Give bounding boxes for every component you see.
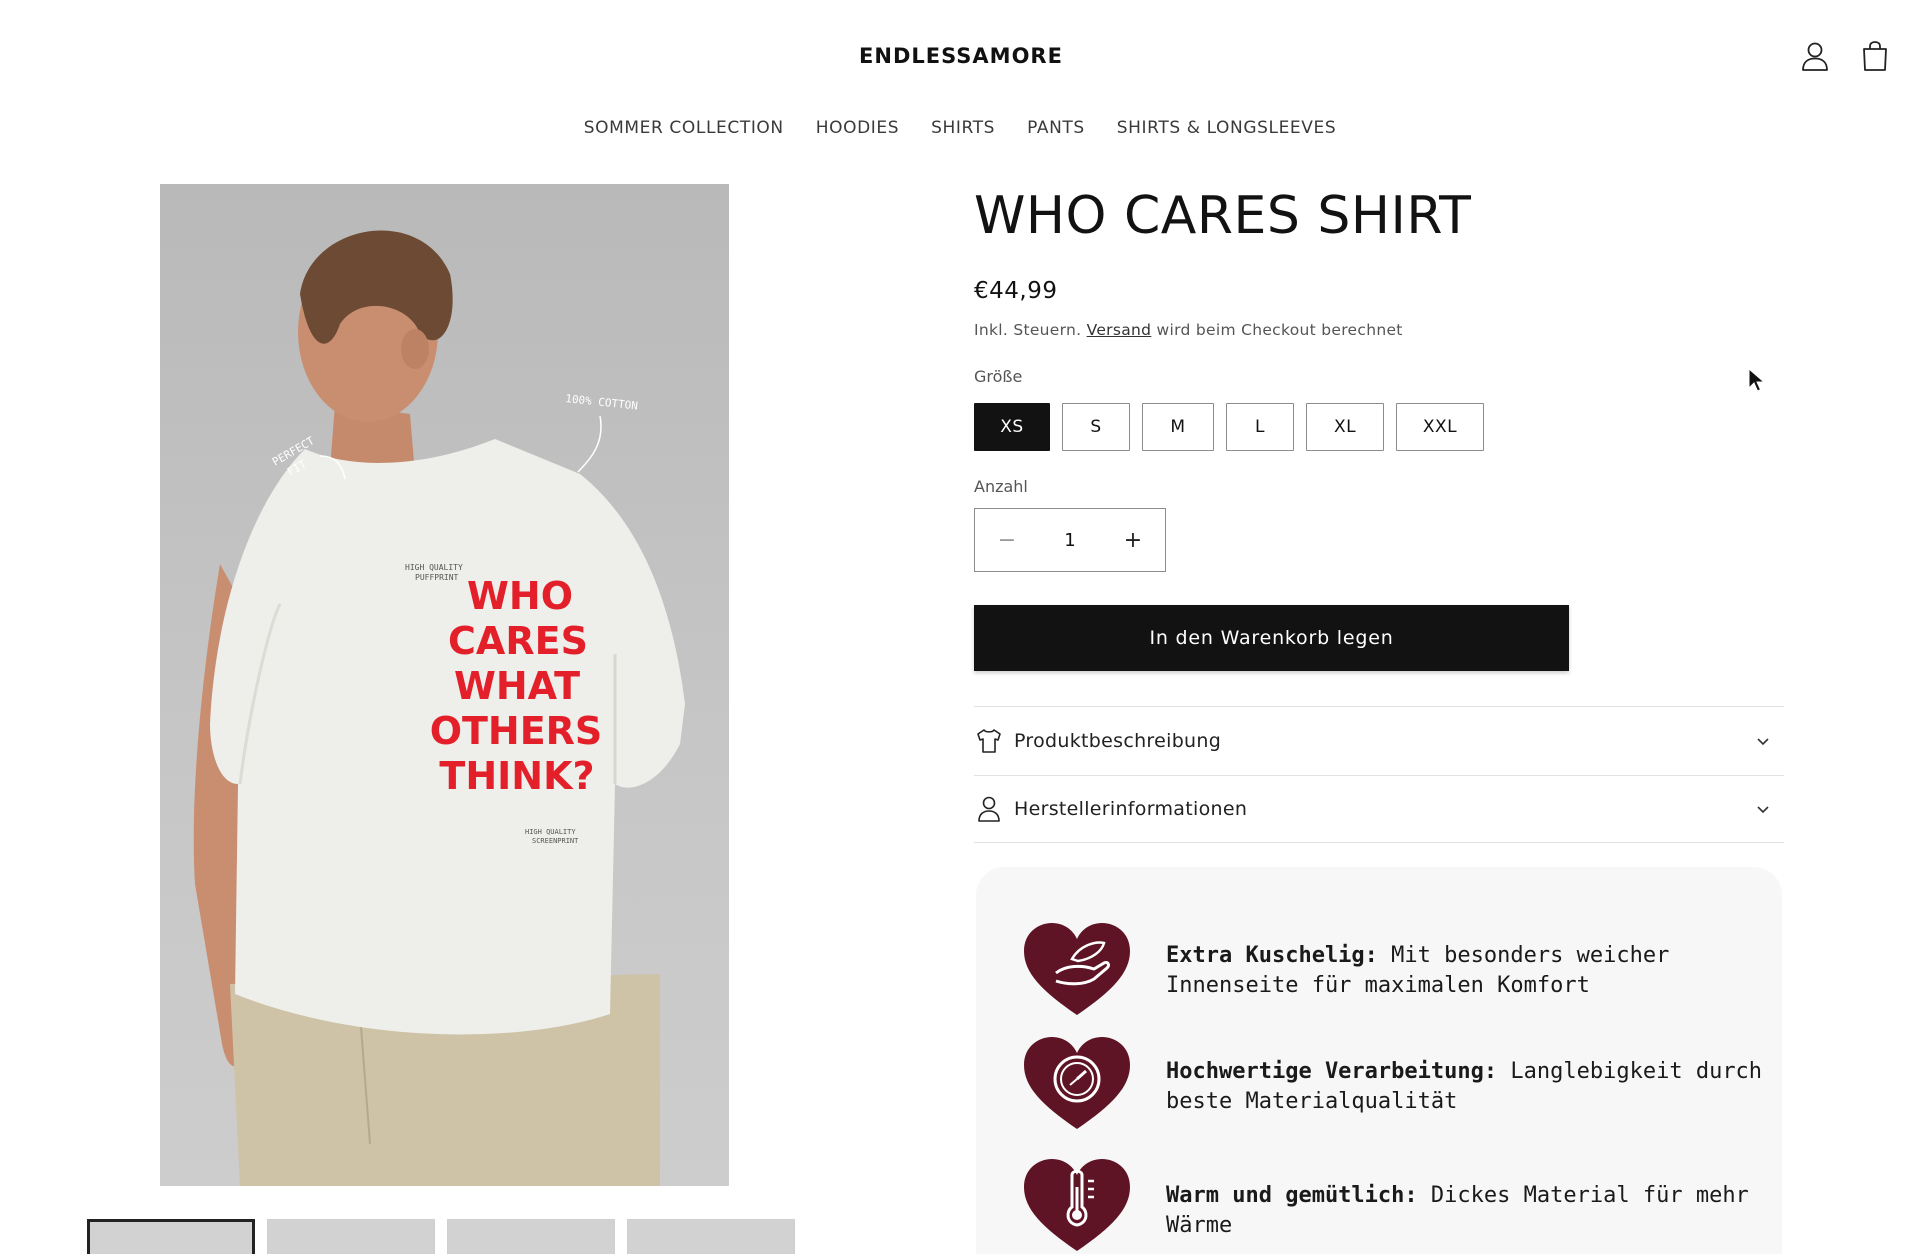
product-photo: WHO CARES WHAT OTHERS THINK? 100% COTTON… — [193, 230, 685, 1186]
feature-text: Extra Kuschelig: Mit besonders weicher I… — [1166, 941, 1766, 1001]
nav-item-shirts-longsleeves[interactable]: SHIRTS & LONGSLEEVES — [1117, 118, 1336, 138]
chevron-down-icon — [1757, 737, 1769, 745]
quantity-decrease-button[interactable]: − — [975, 509, 1039, 571]
thumbnail-3[interactable] — [447, 1219, 615, 1254]
print-line-1: WHO — [467, 574, 573, 618]
main-nav: SOMMER COLLECTION HOODIES SHIRTS PANTS S… — [0, 118, 1920, 138]
accordion-product-description[interactable]: Produktbeschreibung — [974, 706, 1784, 774]
feature-text: Hochwertige Verarbeitung: Langlebigkeit … — [1166, 1057, 1766, 1117]
feather-hand-icon — [1024, 923, 1130, 1015]
thermometer-icon — [1024, 1159, 1130, 1251]
size-label: Größe — [974, 367, 1023, 386]
accordion-label: Herstellerinformationen — [1014, 798, 1248, 820]
product-price: €44,99 — [974, 278, 1058, 304]
print-line-2: CARES — [448, 619, 588, 663]
brand-logo[interactable]: ENDLESSAMORE — [838, 44, 1084, 68]
size-option-m[interactable]: M — [1142, 403, 1214, 451]
mouse-cursor-icon — [1748, 368, 1766, 392]
add-to-cart-button[interactable]: In den Warenkorb legen — [974, 605, 1569, 671]
feature-item: Warm und gemütlich: Dickes Material für … — [1022, 1157, 1749, 1254]
accordion-label: Produktbeschreibung — [1014, 729, 1222, 752]
feature-title: Warm und gemütlich: — [1166, 1183, 1418, 1208]
annotation-puffprint-2: PUFFPRINT — [415, 573, 459, 582]
annotation-cotton: 100% COTTON — [565, 392, 639, 413]
product-main-image[interactable]: WHO CARES WHAT OTHERS THINK? 100% COTTON… — [160, 184, 729, 1186]
size-option-s[interactable]: S — [1062, 403, 1130, 451]
annotation-puffprint-1: HIGH QUALITY — [405, 563, 463, 572]
product-title: WHO CARES SHIRT — [974, 186, 1472, 246]
feature-title: Extra Kuschelig: — [1166, 943, 1378, 968]
annotation-screenprint-2: SCREENPRINT — [532, 837, 579, 845]
nav-item-hoodies[interactable]: HOODIES — [816, 118, 899, 138]
print-line-3: WHAT — [454, 664, 580, 708]
tax-prefix: Inkl. Steuern. — [974, 321, 1082, 339]
shipping-link[interactable]: Versand — [1087, 321, 1152, 339]
thumbnail-2[interactable] — [267, 1219, 435, 1254]
tshirt-icon — [977, 728, 1001, 753]
feature-item: Hochwertige Verarbeitung: Langlebigkeit … — [1022, 1035, 1762, 1133]
chevron-down-icon — [1757, 806, 1769, 814]
thumbnail-4[interactable] — [627, 1219, 795, 1254]
accordion-manufacturer-info[interactable]: Herstellerinformationen — [974, 775, 1784, 843]
clock-icon — [1024, 1037, 1130, 1129]
thumbnail-1[interactable] — [87, 1219, 255, 1254]
print-line-4: OTHERS — [430, 709, 603, 753]
size-option-xxl[interactable]: XXL — [1396, 403, 1484, 451]
quantity-stepper: − + — [974, 508, 1166, 572]
quantity-input[interactable] — [1039, 529, 1101, 551]
size-selector: XS S M L XL XXL — [974, 403, 1484, 451]
quantity-increase-button[interactable]: + — [1101, 509, 1165, 571]
person-icon — [978, 796, 1000, 822]
nav-item-shirts[interactable]: SHIRTS — [931, 118, 995, 138]
cart-icon[interactable] — [1857, 38, 1893, 74]
nav-item-sommer-collection[interactable]: SOMMER COLLECTION — [584, 118, 784, 138]
size-option-xs[interactable]: XS — [974, 403, 1050, 451]
account-icon[interactable] — [1797, 38, 1833, 74]
tax-suffix: wird beim Checkout berechnet — [1156, 321, 1403, 339]
size-option-l[interactable]: L — [1226, 403, 1294, 451]
annotation-screenprint-1: HIGH QUALITY — [525, 828, 576, 836]
nav-item-pants[interactable]: PANTS — [1027, 118, 1085, 138]
feature-text: Warm und gemütlich: Dickes Material für … — [1166, 1181, 1766, 1241]
feature-item: Extra Kuschelig: Mit besonders weicher I… — [1022, 921, 1669, 1019]
tax-note: Inkl. Steuern. Versand wird beim Checkou… — [974, 321, 1403, 339]
features-card: Extra Kuschelig: Mit besonders weicher I… — [976, 867, 1782, 1254]
print-line-5: THINK? — [439, 754, 594, 798]
quantity-label: Anzahl — [974, 477, 1028, 496]
thumbnail-strip — [87, 1219, 795, 1254]
feature-title: Hochwertige Verarbeitung: — [1166, 1059, 1498, 1084]
size-option-xl[interactable]: XL — [1306, 403, 1384, 451]
